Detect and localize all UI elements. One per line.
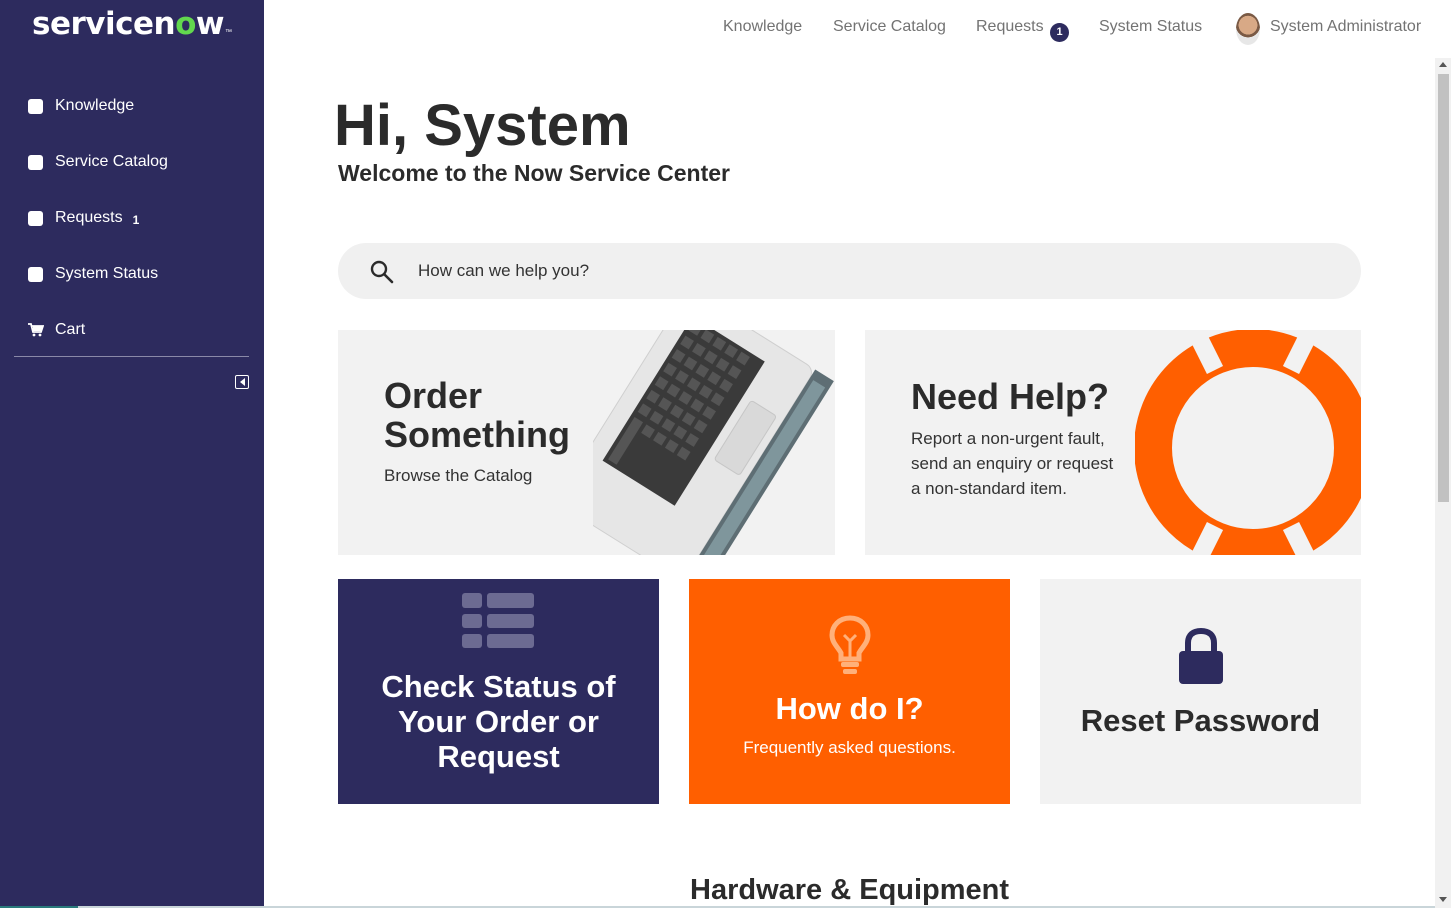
requests-count-badge: 1	[132, 212, 140, 227]
sidebar-item-label: Requests	[55, 209, 123, 226]
user-menu[interactable]: System Administrator	[1270, 18, 1421, 36]
sidebar-item-label: Cart	[55, 321, 86, 338]
collapse-icon[interactable]	[235, 375, 249, 389]
page-title: Hi, System	[334, 93, 631, 158]
logo-text: servicen	[32, 6, 176, 42]
lightbulb-icon	[829, 615, 871, 674]
welcome-subtitle: Welcome to the Now Service Center	[338, 160, 730, 186]
lock-icon	[1179, 628, 1223, 684]
topnav-requests[interactable]: Requests 1	[976, 18, 1070, 42]
search-bar	[338, 243, 1361, 299]
reset-card-title: Reset Password	[1080, 703, 1321, 738]
requests-badge: 1	[1050, 23, 1070, 42]
topnav-knowledge[interactable]: Knowledge	[723, 18, 802, 36]
sidebar-item-cart[interactable]: Cart	[0, 302, 264, 358]
laptop-image	[593, 330, 834, 555]
avatar[interactable]	[1236, 13, 1260, 45]
logo-trademark: ™	[225, 29, 233, 36]
topnav-requests-label: Requests	[976, 18, 1044, 35]
scroll-thumb[interactable]	[1438, 74, 1449, 502]
reset-password-card[interactable]: Reset Password	[1040, 579, 1361, 804]
top-nav: Knowledge Service Catalog Requests 1 Sys…	[264, 0, 1451, 56]
sidebar-divider	[14, 356, 249, 357]
sidebar-item-label: Knowledge	[55, 97, 135, 114]
page-scrollbar[interactable]	[1435, 58, 1451, 908]
status-card-title: Check Status of Your Order or Request	[381, 669, 616, 774]
checkbox-icon	[28, 210, 43, 226]
order-title-line1: Order	[384, 375, 483, 416]
list-icon	[462, 593, 534, 648]
howdo-card-title: How do I?	[775, 691, 924, 726]
logo-o: o	[175, 6, 196, 42]
topnav-system-status[interactable]: System Status	[1099, 18, 1202, 36]
help-card-description: Report a non-urgent fault, send an enqui…	[911, 429, 1114, 498]
sidebar-item-requests[interactable]: Requests 1	[0, 190, 264, 246]
search-input[interactable]	[418, 243, 1318, 299]
help-card-title: Need Help?	[911, 376, 1110, 417]
checkbox-icon	[28, 98, 43, 114]
order-title-line2: Something	[384, 414, 570, 455]
section-title-hardware: Hardware & Equipment	[690, 874, 1010, 906]
sidebar-item-knowledge[interactable]: Knowledge	[0, 78, 264, 134]
checkbox-icon	[28, 266, 43, 282]
sidebar-item-system-status[interactable]: System Status	[0, 246, 264, 302]
topnav-service-catalog[interactable]: Service Catalog	[833, 18, 946, 36]
sidebar-item-service-catalog[interactable]: Service Catalog	[0, 134, 264, 190]
howdo-card-subtitle: Frequently asked questions.	[743, 738, 956, 757]
servicenow-logo[interactable]: servicenow ™	[32, 6, 233, 42]
sidebar: servicenow ™ Knowledge Service Catalog R…	[0, 0, 264, 908]
sidebar-item-label: Service Catalog	[55, 153, 168, 170]
scroll-up-arrow-icon[interactable]	[1439, 62, 1447, 67]
sidebar-item-label: System Status	[55, 265, 159, 282]
order-card-subtitle: Browse the Catalog	[384, 466, 533, 485]
logo-text-end: w	[195, 6, 225, 42]
how-do-i-card[interactable]: How do I? Frequently asked questions.	[689, 579, 1010, 804]
order-something-card[interactable]: Order Something Browse the Catalog	[338, 330, 835, 555]
search-icon[interactable]	[370, 260, 394, 284]
scroll-down-arrow-icon[interactable]	[1439, 897, 1447, 902]
need-help-card[interactable]: Need Help? Report a non-urgent fault, se…	[865, 330, 1361, 555]
order-card-title: Order Something	[384, 376, 570, 454]
checkbox-icon	[28, 154, 43, 170]
check-status-card[interactable]: Check Status of Your Order or Request	[338, 579, 659, 804]
lifebuoy-icon	[1135, 330, 1361, 555]
sidebar-nav: Knowledge Service Catalog Requests 1 Sys…	[0, 78, 264, 358]
cart-icon	[28, 323, 44, 337]
